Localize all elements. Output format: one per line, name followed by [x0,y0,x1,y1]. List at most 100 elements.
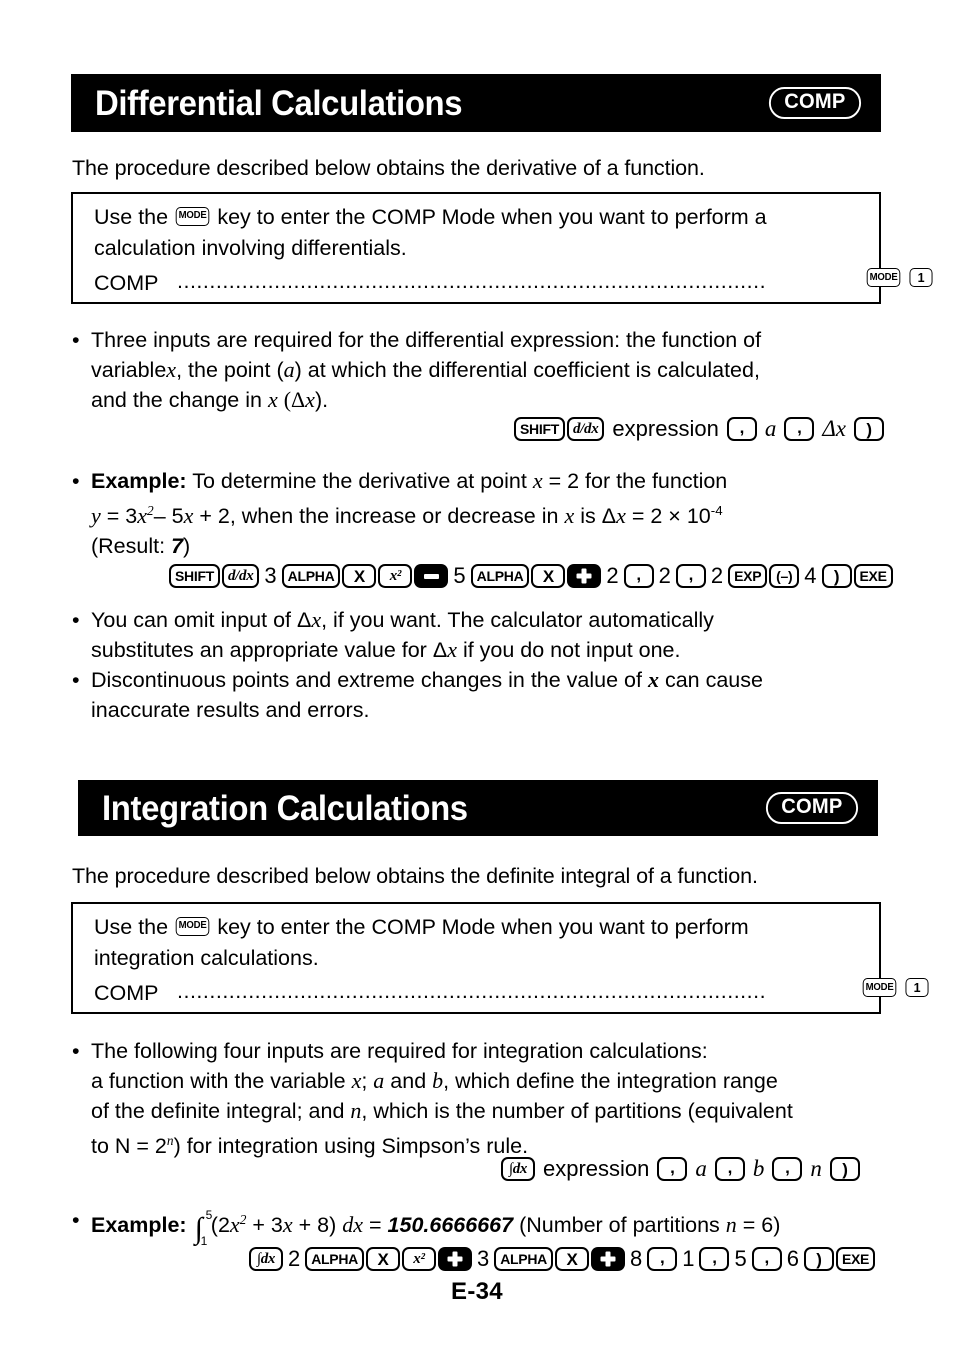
negative-key-icon[interactable]: (–) [769,564,800,588]
digit-2: 2 [288,1246,301,1271]
alpha-key-icon[interactable]: ALPHA [305,1247,364,1271]
shift-key-icon[interactable]: SHIFT [169,564,220,588]
text-fragment: (Number of partitions [519,1213,720,1238]
math-var-x: x [229,1212,240,1238]
comma-key-icon[interactable]: , [714,1157,745,1181]
text-fragment: – 5 [153,504,184,529]
close-paren-key-icon[interactable]: ) [829,1157,860,1181]
bullet-marker: • [72,668,80,692]
bullet-marker: • [72,328,80,352]
x-squared-key-icon[interactable]: x² [378,564,413,588]
bullet-line: (Result: 7) [91,531,884,561]
alpha-key-icon[interactable]: ALPHA [281,564,341,588]
integral-dx-key-icon[interactable]: ∫dx [501,1157,535,1181]
exe-key-icon[interactable]: EXE [853,564,893,588]
comma-key-icon[interactable]: , [657,1157,688,1181]
plus-key-icon[interactable] [437,1247,472,1271]
x-key-icon[interactable]: X [365,1247,400,1271]
math-var-y: y [91,503,101,529]
plus-key-icon[interactable] [567,564,602,588]
exe-key-icon[interactable]: EXE [835,1247,876,1271]
math-exponent: 2 [239,1212,247,1227]
math-var-b: b [752,1156,765,1181]
math-var-x: x [282,1212,293,1238]
bullet-line: y = 3x2– 5x + 2, when the increase or de… [91,496,884,531]
comma-key-icon[interactable]: , [751,1247,782,1271]
note-keys-1: MODE 1 [866,268,933,288]
alpha-key-icon[interactable]: ALPHA [470,564,530,588]
note-box-integration: Use the MODE key to enter the COMP Mode … [71,902,929,1014]
text-fragment: + 3 [252,1213,283,1238]
plus-key-icon[interactable] [590,1247,625,1271]
bullet-line: Discontinuous points and extreme changes… [91,665,884,695]
result-value: 150.6666667 [387,1213,514,1238]
x-key-icon[interactable]: X [342,564,377,588]
text-fragment: if you do not input one. [462,638,681,662]
math-dx: dx [342,1212,363,1238]
comma-key-icon[interactable]: , [623,564,654,588]
manual-page: Differential Calculations COMP The proce… [0,0,954,1345]
syntax-row-differential: SHIFT d/dx expression , a , Δx ) [513,417,885,441]
note-line-1: Use the MODE key to enter the COMP Mode … [94,203,767,231]
bullet-line: a function with the variable x; a and b,… [91,1066,884,1096]
math-delta-x: Δx [822,416,847,441]
mode-key-icon[interactable]: MODE [866,268,901,287]
text-fragment: = 6) [742,1213,781,1238]
close-paren-key-icon[interactable]: ) [803,1247,834,1271]
digit-2: 2 [658,563,671,588]
one-key-icon[interactable]: 1 [905,978,929,997]
comma-key-icon[interactable]: , [675,564,706,588]
close-paren-key-icon[interactable]: ) [821,564,852,588]
mode-key-icon[interactable]: MODE [175,206,210,226]
comma-key-icon[interactable]: , [647,1247,678,1271]
text-fragment: , which define the integration range [443,1069,778,1093]
bullet-line: and the change in x (Δx). [91,385,884,415]
note-text-b: key to enter the COMP Mode when you want… [217,205,767,229]
math-var-x: x [267,387,278,412]
text-fragment: + 8) [298,1213,337,1238]
x-key-icon[interactable]: X [531,564,566,588]
text-fragment: of the definite integral; and [91,1099,345,1123]
x-key-icon[interactable]: X [554,1247,589,1271]
text-fragment: (Result: [91,534,166,559]
bullet-example-integration: • Example: ∫ 5 1 (2x2 + 3x + 8) dx = 150.6… [72,1205,884,1249]
math-var-x: x [616,503,626,529]
x-squared-key-icon[interactable]: x² [401,1247,436,1271]
math-exponent: 2 [147,503,154,518]
bullet-line: Example: ∫ 5 1 (2x2 + 3x + 8) dx = 150.666… [91,1205,884,1249]
minus-key-icon[interactable] [414,564,449,588]
text-fragment: = 3 [106,504,138,529]
section-header-integration: Integration Calculations COMP [78,780,878,836]
comma-key-icon[interactable]: , [699,1247,730,1271]
alpha-key-icon[interactable]: ALPHA [494,1247,553,1271]
bullet-line: Example: To determine the derivative at … [91,466,884,496]
note-keys-2: MODE 1 [862,978,929,998]
exp-key-icon[interactable]: EXP [728,564,768,588]
text-fragment: You can omit input of Δ [91,608,312,632]
digit-8: 8 [629,1246,643,1271]
comma-key-icon[interactable]: , [784,417,815,441]
syntax-expression-label: expression [612,416,719,441]
ddx-key-icon[interactable]: d/dx [221,564,260,588]
math-var-x: x [647,667,659,692]
comma-key-icon[interactable]: , [726,417,757,441]
digit-6: 6 [786,1246,799,1271]
bullet-line: inaccurate results and errors. [91,698,370,722]
bullet-line: You can omit input of Δx, if you want. T… [91,605,884,635]
note-text-a: Use the [94,915,169,939]
shift-key-icon[interactable]: SHIFT [514,417,565,441]
bullet-line: variablex, the point (a) at which the di… [91,355,884,385]
text-fragment: and the change in [91,388,262,412]
close-paren-key-icon[interactable]: ) [854,417,885,441]
ddx-key-icon[interactable]: d/dx [566,417,605,441]
comma-key-icon[interactable]: , [772,1157,803,1181]
integral-lower-limit: 1 [200,1234,208,1249]
math-var-x: x [564,503,575,529]
text-fragment: = 2 for the function [548,469,728,493]
integral-dx-key-icon[interactable]: ∫dx [249,1247,283,1271]
one-key-icon[interactable]: 1 [909,268,933,287]
mode-key-icon[interactable]: MODE [175,916,210,936]
digit-4: 4 [804,563,817,588]
mode-key-icon[interactable]: MODE [862,978,897,997]
text-fragment: ; [361,1069,368,1093]
